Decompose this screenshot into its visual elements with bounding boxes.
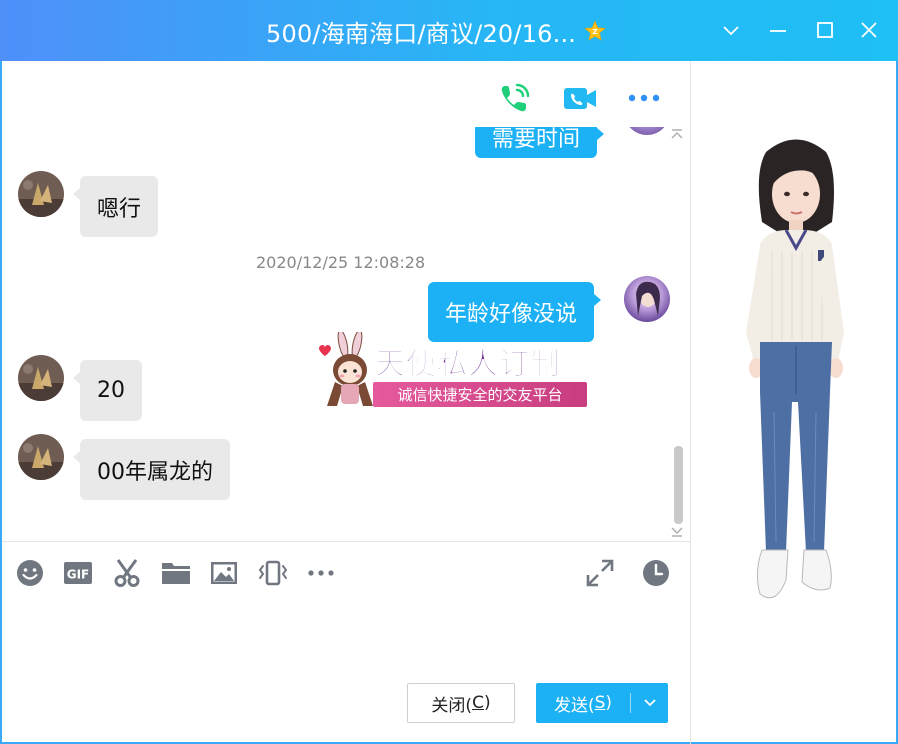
chat-message-in: 嗯行 xyxy=(72,176,159,237)
send-button-key: S xyxy=(594,693,606,713)
message-text: 00年属龙的 xyxy=(97,459,213,485)
close-button-key: C xyxy=(472,693,484,713)
message-text: 20 xyxy=(97,378,125,403)
image-icon[interactable] xyxy=(209,558,239,588)
phone-icon[interactable] xyxy=(497,80,533,116)
contact-avatar[interactable] xyxy=(18,171,64,217)
message-timestamp: 2020/12/25 12:08:28 xyxy=(256,253,426,272)
send-button[interactable]: 发送(S) xyxy=(536,683,630,723)
chat-message-in: 00年属龙的 xyxy=(73,439,230,500)
close-icon[interactable] xyxy=(857,18,881,42)
close-button[interactable]: 关闭(C) xyxy=(407,683,515,723)
history-clock-icon[interactable] xyxy=(641,558,671,588)
send-options-button[interactable] xyxy=(631,683,668,723)
close-button-end: ) xyxy=(483,693,491,713)
scroll-up-icon[interactable] xyxy=(670,128,684,140)
contact-avatar-image xyxy=(18,355,64,401)
scroll-down-icon[interactable] xyxy=(670,526,684,538)
my-avatar[interactable] xyxy=(624,276,670,322)
window-title: 500/海南海口/商议/20/16... xyxy=(266,19,577,48)
input-divider xyxy=(2,541,690,542)
chevron-down-icon[interactable] xyxy=(719,18,743,42)
window-title-wrap: 500/海南海口/商议/20/16... Z xyxy=(266,13,606,49)
star-badge-icon: Z xyxy=(584,20,606,41)
contact-avatar[interactable] xyxy=(18,434,64,480)
svg-text:GIF: GIF xyxy=(67,568,90,582)
ad-subtitle: 诚信快捷安全的交友平台 xyxy=(373,382,587,407)
shake-icon[interactable] xyxy=(258,558,288,588)
send-button-end: ) xyxy=(605,693,613,713)
contact-avatar-image xyxy=(18,171,64,217)
svg-text:Z: Z xyxy=(592,27,597,36)
gif-icon[interactable]: GIF xyxy=(63,558,93,588)
chat-message-in: 20 xyxy=(73,360,142,421)
folder-icon[interactable] xyxy=(161,558,191,588)
close-button-label: 关闭( xyxy=(431,695,473,716)
more-icon[interactable] xyxy=(626,80,662,116)
contact-avatar-image xyxy=(18,434,64,480)
expand-icon[interactable] xyxy=(585,558,615,588)
my-avatar-image xyxy=(624,276,670,322)
emoji-icon[interactable] xyxy=(15,558,45,588)
message-text: 嗯行 xyxy=(97,196,142,222)
message-text: 年龄好像没说 xyxy=(445,302,578,327)
video-call-icon[interactable] xyxy=(562,80,598,116)
contact-show-avatar xyxy=(746,139,844,599)
title-bar: 500/海南海口/商议/20/16... Z xyxy=(0,0,898,61)
screenshot-scissors-icon[interactable] xyxy=(112,558,142,588)
contact-avatar[interactable] xyxy=(18,355,64,401)
send-button-group: 发送(S) xyxy=(536,683,668,723)
maximize-icon[interactable] xyxy=(813,18,837,42)
chevron-down-icon xyxy=(643,699,656,707)
send-button-label: 发送( xyxy=(553,695,595,716)
chat-area[interactable]: 需要时间 嗯行 2020/12/25 12:08:28 年龄好像没说 20 00… xyxy=(2,61,690,542)
more-icon[interactable] xyxy=(306,558,336,588)
minimize-icon[interactable] xyxy=(766,18,790,42)
chat-scrollbar-thumb[interactable] xyxy=(674,446,683,524)
ad-title: 天使私人订制 xyxy=(375,347,561,383)
message-input[interactable] xyxy=(2,598,690,674)
side-panel-divider xyxy=(690,61,691,744)
ad-sticker[interactable]: 天使私人订制 诚信快捷安全的交友平台 xyxy=(313,332,589,410)
